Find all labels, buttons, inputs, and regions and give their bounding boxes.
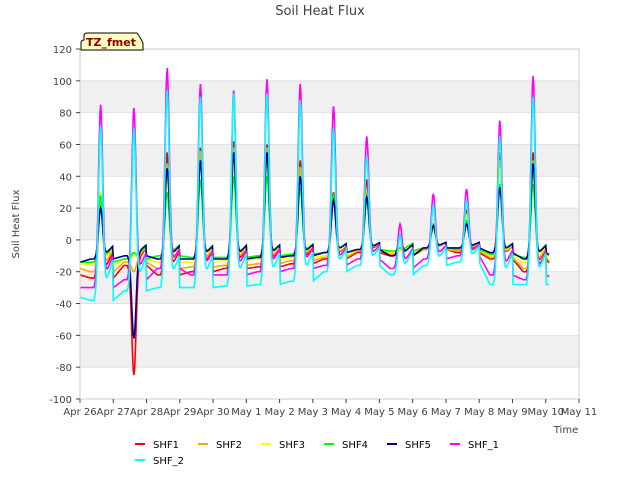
y-tick-label: -20 (56, 268, 72, 279)
x-tick-label: Apr 27 (97, 407, 130, 418)
chart: Soil Heat Flux -100 -80 -60 -40 -20 0 20 40 60 80… (11, 4, 597, 467)
y-tick-label: 80 (59, 109, 72, 120)
x-tick-label: May 3 (298, 407, 328, 418)
grid-band (80, 335, 579, 368)
legend-label: SHF1 (153, 440, 179, 451)
legend: SHF1 SHF2 SHF3 SHF4 SHF5 SHF_1 SHF_2 (135, 440, 499, 467)
tag-label: TZ_fmet (86, 36, 136, 49)
x-tick-label: May 2 (264, 407, 294, 418)
y-tick-label: 40 (59, 172, 72, 183)
x-tick-label: May 7 (431, 407, 461, 418)
y-tick-label: -60 (56, 331, 72, 342)
legend-label: SHF3 (279, 440, 305, 451)
tag-box: TZ_fmet (80, 32, 144, 51)
y-tick-label: -100 (49, 395, 72, 406)
y-tick-label: 20 (59, 204, 72, 215)
legend-label: SHF4 (342, 440, 368, 451)
x-tick-label: Apr 30 (196, 407, 229, 418)
y-tick-label: 0 (66, 236, 72, 247)
grid-band (80, 144, 579, 177)
x-tick-label: May 9 (497, 407, 527, 418)
grid-band (80, 80, 579, 113)
x-tick-label: May 1 (231, 407, 261, 418)
y-axis-ticks: -100 -80 -60 -40 -20 0 20 40 60 80 100 120 (49, 45, 80, 406)
x-axis-label: Time (553, 425, 578, 436)
x-tick-label: May 11 (561, 407, 598, 418)
chart-title: Soil Heat Flux (275, 4, 365, 19)
y-tick-label: -80 (56, 363, 72, 374)
x-tick-label: May 4 (331, 407, 361, 418)
x-tick-label: May 6 (398, 407, 428, 418)
x-tick-label: Apr 28 (130, 407, 163, 418)
x-tick-label: Apr 26 (63, 407, 96, 418)
legend-label: SHF2 (216, 440, 242, 451)
x-tick-label: May 10 (527, 407, 564, 418)
y-tick-label: 100 (53, 77, 72, 88)
legend-label: SHF_1 (468, 440, 499, 451)
y-tick-label: 60 (59, 140, 72, 151)
x-tick-label: May 8 (464, 407, 494, 418)
y-tick-label: -40 (56, 300, 72, 311)
y-tick-label: 120 (53, 45, 72, 56)
x-axis-ticks: Apr 26 Apr 27 Apr 28 Apr 29 Apr 30 May 1 May 2… (63, 399, 597, 418)
legend-label: SHF_2 (153, 456, 184, 467)
legend-label: SHF5 (405, 440, 431, 451)
y-axis-label: Soil Heat Flux (11, 189, 22, 258)
x-tick-label: Apr 29 (163, 407, 196, 418)
x-tick-label: May 5 (364, 407, 394, 418)
